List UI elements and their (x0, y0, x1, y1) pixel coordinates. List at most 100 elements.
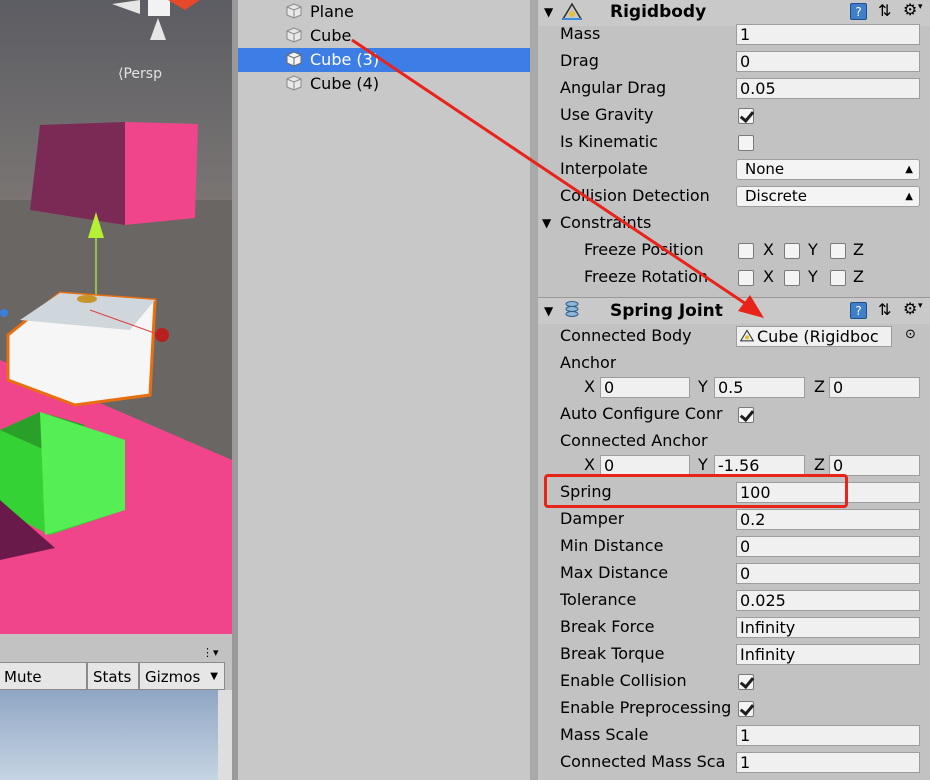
help-book-icon[interactable]: ? (850, 302, 867, 319)
freeze-position-y-checkbox[interactable] (784, 243, 800, 259)
mass-scale-field[interactable]: 1 (736, 725, 920, 746)
constraints-row[interactable]: ▼ Constraints (538, 210, 930, 237)
settings-gear-icon[interactable]: ⚙ (903, 0, 917, 19)
collision-detection-dropdown[interactable]: Discrete ▲ (736, 186, 920, 207)
hierarchy-item-cube-4[interactable]: Cube (4) (238, 72, 530, 96)
freeze-position-z-checkbox[interactable] (830, 243, 846, 259)
axis-y-label: Y (698, 377, 708, 396)
interpolate-row: Interpolate None ▲ (538, 156, 930, 183)
foldout-arrow-icon[interactable]: ▼ (544, 304, 553, 318)
use-gravity-label: Use Gravity (560, 105, 654, 124)
rigidbody-icon (562, 3, 582, 20)
freeze-rotation-z-checkbox[interactable] (830, 270, 846, 286)
preset-sliders-icon[interactable]: ⇅ (878, 1, 891, 20)
enable-preprocessing-checkbox[interactable] (738, 701, 754, 717)
mute-audio-button[interactable]: Mute Audio (0, 662, 87, 714)
settings-gear-icon[interactable]: ⚙ (903, 299, 917, 318)
is-kinematic-row: Is Kinematic (538, 129, 930, 156)
auto-configure-row: Auto Configure Conr (538, 401, 930, 428)
spring-joint-header[interactable]: ▼ Spring Joint ? ⇅ ⚙ ▾ (538, 297, 930, 324)
drag-field[interactable]: 0 (736, 51, 920, 72)
min-distance-row: Min Distance 0 (538, 533, 930, 560)
connected-anchor-label: Connected Anchor (560, 431, 708, 450)
enable-collision-label: Enable Collision (560, 671, 687, 690)
freeze-rotation-y-checkbox[interactable] (784, 270, 800, 286)
game-view[interactable] (0, 690, 218, 780)
connected-mass-scale-field[interactable]: 1 (736, 752, 920, 773)
hierarchy-item-cube-3[interactable]: Cube (3) (238, 48, 530, 72)
preset-sliders-icon[interactable]: ⇅ (878, 300, 891, 319)
help-book-icon[interactable]: ? (850, 3, 867, 20)
hierarchy-item-cube[interactable]: Cube (238, 24, 530, 48)
spring-highlight-box (544, 474, 848, 508)
enable-collision-row: Enable Collision (538, 668, 930, 695)
stats-button[interactable]: Stats (87, 662, 139, 690)
damper-label: Damper (560, 509, 625, 528)
axis-y-label: Y (698, 455, 708, 474)
constraints-label: Constraints (560, 213, 652, 232)
damper-field[interactable]: 0.2 (736, 509, 920, 530)
hierarchy-item-label: Cube (310, 26, 352, 45)
break-torque-row: Break Torque Infinity (538, 641, 930, 668)
axis-z-label: Z (814, 455, 825, 474)
dropdown-updown-icon: ▲ (905, 164, 913, 175)
max-distance-label: Max Distance (560, 563, 669, 582)
freeze-rotation-x-checkbox[interactable] (738, 270, 754, 286)
connected-body-value: Cube (Rigidboc (757, 327, 879, 346)
mass-field[interactable]: 1 (736, 24, 920, 45)
connected-anchor-x-field[interactable]: 0 (600, 455, 690, 476)
gizmos-button[interactable]: Gizmos ▼ (139, 662, 225, 690)
spring-joint-title: Spring Joint (610, 301, 723, 321)
use-gravity-checkbox[interactable] (738, 108, 754, 124)
gizmos-label: Gizmos (145, 668, 201, 686)
is-kinematic-checkbox[interactable] (738, 135, 754, 151)
connected-anchor-z-field[interactable]: 0 (829, 455, 920, 476)
connected-anchor-y-field[interactable]: -1.56 (714, 455, 805, 476)
tolerance-label: Tolerance (560, 590, 637, 609)
rigidbody-title: Rigidbody (610, 2, 707, 22)
break-force-field[interactable]: Infinity (736, 617, 920, 638)
angular-drag-field[interactable]: 0.05 (736, 78, 920, 99)
settings-dropdown-icon[interactable]: ▾ (918, 301, 923, 311)
break-torque-field[interactable]: Infinity (736, 644, 920, 665)
anchor-row: Anchor (538, 350, 930, 377)
freeze-position-x-checkbox[interactable] (738, 243, 754, 259)
settings-dropdown-icon[interactable]: ▾ (918, 2, 923, 12)
hierarchy-item-plane[interactable]: Plane (238, 0, 530, 24)
panel-menu-icon[interactable]: ⋮▾ (202, 646, 219, 659)
object-picker-icon[interactable]: ⊙ (905, 327, 916, 342)
damper-row: Damper 0.2 (538, 506, 930, 533)
collision-detection-label: Collision Detection (560, 186, 710, 205)
hierarchy-item-label: Cube (4) (310, 74, 380, 93)
max-distance-field[interactable]: 0 (736, 563, 920, 584)
collision-detection-value: Discrete (745, 187, 807, 205)
scene-canvas[interactable] (0, 0, 232, 634)
gizmos-dropdown-icon: ▼ (210, 671, 218, 682)
enable-collision-checkbox[interactable] (738, 674, 754, 690)
connected-anchor-row: Connected Anchor (538, 428, 930, 455)
tolerance-field[interactable]: 0.025 (736, 590, 920, 611)
anchor-label: Anchor (560, 353, 617, 372)
enable-preprocessing-label: Enable Preprocessing (560, 698, 732, 717)
hierarchy-panel: Plane Cube Cube (3) Cube (4) (238, 0, 530, 780)
interpolate-dropdown[interactable]: None ▲ (736, 159, 920, 180)
anchor-y-field[interactable]: 0.5 (714, 377, 805, 398)
foldout-arrow-icon[interactable]: ▼ (542, 216, 551, 230)
anchor-x-field[interactable]: 0 (600, 377, 690, 398)
connected-body-field[interactable]: Cube (Rigidboc (736, 326, 892, 347)
min-distance-field[interactable]: 0 (736, 536, 920, 557)
gameobject-cube-icon (286, 75, 302, 91)
foldout-arrow-icon[interactable]: ▼ (544, 5, 553, 19)
mass-scale-label: Mass Scale (560, 725, 649, 744)
anchor-z-field[interactable]: 0 (829, 377, 920, 398)
max-distance-row: Max Distance 0 (538, 560, 930, 587)
mass-scale-row: Mass Scale 1 (538, 722, 930, 749)
scene-view[interactable]: ⟨Persp (0, 0, 232, 634)
break-force-label: Break Force (560, 617, 655, 636)
hierarchy-inspector-divider[interactable] (530, 0, 538, 780)
game-view-scrollbar[interactable] (218, 690, 232, 780)
connected-mass-scale-row: Connected Mass Sca 1 (538, 749, 930, 776)
drag-label: Drag (560, 51, 599, 70)
inspector-panel: ▼ Rigidbody ? ⇅ ⚙ ▾ Mass 1 Drag 0 Angula… (538, 0, 930, 780)
auto-configure-checkbox[interactable] (738, 407, 754, 423)
